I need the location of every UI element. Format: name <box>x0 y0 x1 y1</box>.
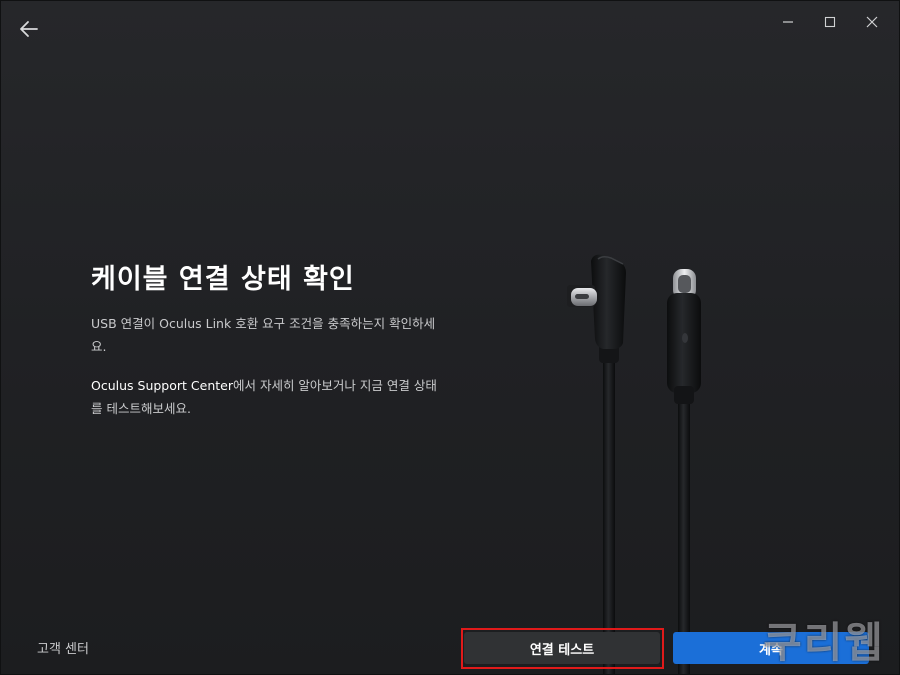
minimize-button[interactable] <box>767 9 809 35</box>
maximize-button[interactable] <box>809 9 851 35</box>
minimize-icon <box>783 21 793 23</box>
close-button[interactable] <box>851 9 893 35</box>
support-center-link[interactable]: Oculus Support Center <box>91 378 233 393</box>
description-compat: USB 연결이 Oculus Link 호환 요구 조건을 충족하는지 확인하세… <box>91 316 436 354</box>
connection-test-button[interactable]: 연결 테스트 <box>464 632 660 664</box>
usb-c-cable-icon <box>567 254 701 674</box>
arrow-left-icon <box>20 21 38 37</box>
continue-button[interactable]: 계속 <box>673 632 869 664</box>
support-center-button[interactable]: 고객 센터 <box>37 638 89 657</box>
app-window: 케이블 연결 상태 확인 USB 연결이 Oculus Link 호환 요구 조… <box>0 0 900 675</box>
close-icon <box>866 16 878 28</box>
window-controls <box>767 9 893 35</box>
description-support: Oculus Support Center에서 자세히 알아보거나 지금 연결 … <box>91 374 441 420</box>
maximize-icon <box>824 16 836 28</box>
back-button[interactable] <box>15 15 43 43</box>
page-title: 케이블 연결 상태 확인 <box>91 264 355 295</box>
